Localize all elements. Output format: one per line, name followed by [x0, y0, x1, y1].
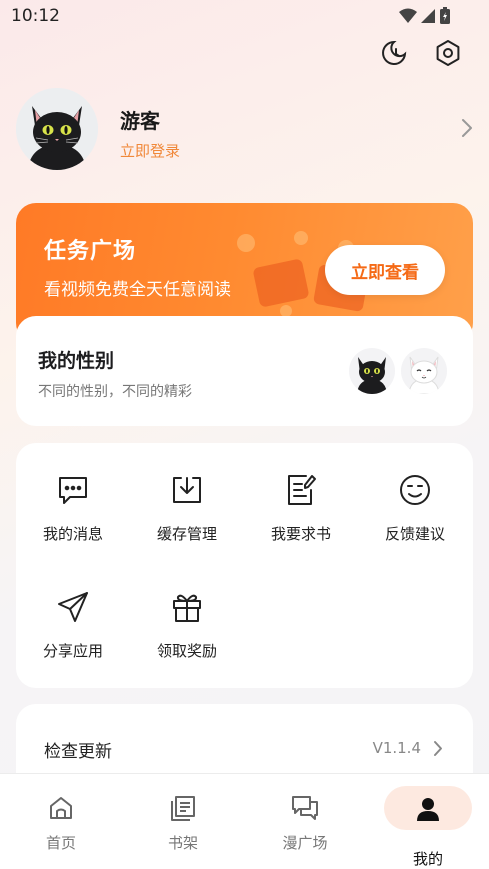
username: 游客 [120, 109, 160, 133]
gift-icon [173, 594, 201, 622]
task-title: 任务广场 [44, 239, 137, 264]
function-menu-card: 我的消息 缓存管理 我要求书 反馈建议 分享应用 领取奖励 [16, 443, 473, 688]
share-icon [58, 592, 88, 622]
status-bar: 10:12 [0, 0, 489, 34]
menu-label: 我要求书 [270, 525, 331, 543]
avatar[interactable] [16, 88, 98, 170]
menu-label: 反馈建议 [384, 525, 445, 543]
male-option[interactable] [349, 348, 395, 394]
bookshelf-icon [171, 796, 195, 821]
black-cat-icon [357, 357, 387, 394]
tab-label: 书架 [167, 834, 198, 852]
person-icon [417, 798, 439, 821]
tab-label: 我的 [412, 850, 443, 868]
login-link[interactable]: 立即登录 [120, 140, 180, 161]
menu-item-share[interactable]: 分享应用 [16, 560, 130, 660]
hexagon-gear-icon [436, 40, 460, 66]
black-cat-avatar-icon [16, 88, 98, 170]
menu-label: 分享应用 [42, 642, 103, 660]
tab-label: 漫广场 [282, 834, 328, 852]
home-icon [50, 797, 72, 819]
menu-item-messages[interactable]: 我的消息 [16, 443, 130, 543]
download-icon [173, 477, 201, 503]
cellular-signal-icon [421, 9, 435, 23]
moon-clock-icon [382, 40, 407, 65]
request-book-icon [288, 475, 316, 505]
check-update-label: 检查更新 [44, 742, 112, 762]
white-cat-icon [408, 356, 440, 394]
menu-label: 领取奖励 [156, 642, 217, 660]
status-time: 10:12 [11, 6, 60, 26]
menu-item-cache[interactable]: 缓存管理 [130, 443, 244, 543]
tab-label: 首页 [45, 834, 76, 852]
menu-item-feedback[interactable]: 反馈建议 [358, 443, 472, 543]
tab-home[interactable]: 首页 [17, 786, 105, 852]
female-option[interactable] [401, 348, 447, 394]
gender-subtitle: 不同的性别，不同的精彩 [38, 384, 192, 400]
tab-mine[interactable]: 我的 [384, 786, 472, 868]
feedback-icon [400, 475, 430, 505]
chevron-right-icon [462, 119, 472, 137]
night-mode-button[interactable] [379, 38, 409, 68]
app-version: V1.1.4 [372, 739, 421, 757]
task-subtitle: 看视频免费全天任意阅读 [44, 280, 231, 300]
battery-icon [440, 7, 450, 24]
gender-card[interactable]: 我的性别 不同的性别，不同的精彩 [16, 316, 473, 426]
message-icon [59, 477, 87, 504]
forum-icon [292, 796, 318, 820]
chevron-right-icon [434, 741, 442, 756]
gender-title: 我的性别 [38, 350, 115, 372]
profile-header[interactable]: 游客 立即登录 [16, 88, 473, 172]
gender-options [349, 348, 447, 394]
tab-bookshelf[interactable]: 书架 [139, 786, 227, 852]
menu-item-reward[interactable]: 领取奖励 [130, 560, 244, 660]
tab-forum[interactable]: 漫广场 [261, 786, 349, 852]
menu-label: 缓存管理 [156, 525, 217, 543]
top-actions [379, 38, 463, 68]
menu-item-request-book[interactable]: 我要求书 [244, 443, 358, 543]
menu-label: 我的消息 [42, 525, 103, 543]
status-icons [399, 7, 451, 25]
settings-button[interactable] [433, 38, 463, 68]
view-now-button[interactable]: 立即查看 [325, 245, 445, 295]
wifi-icon [399, 8, 417, 23]
bottom-tab-bar: 首页 书架 漫广场 我的 [0, 773, 489, 869]
